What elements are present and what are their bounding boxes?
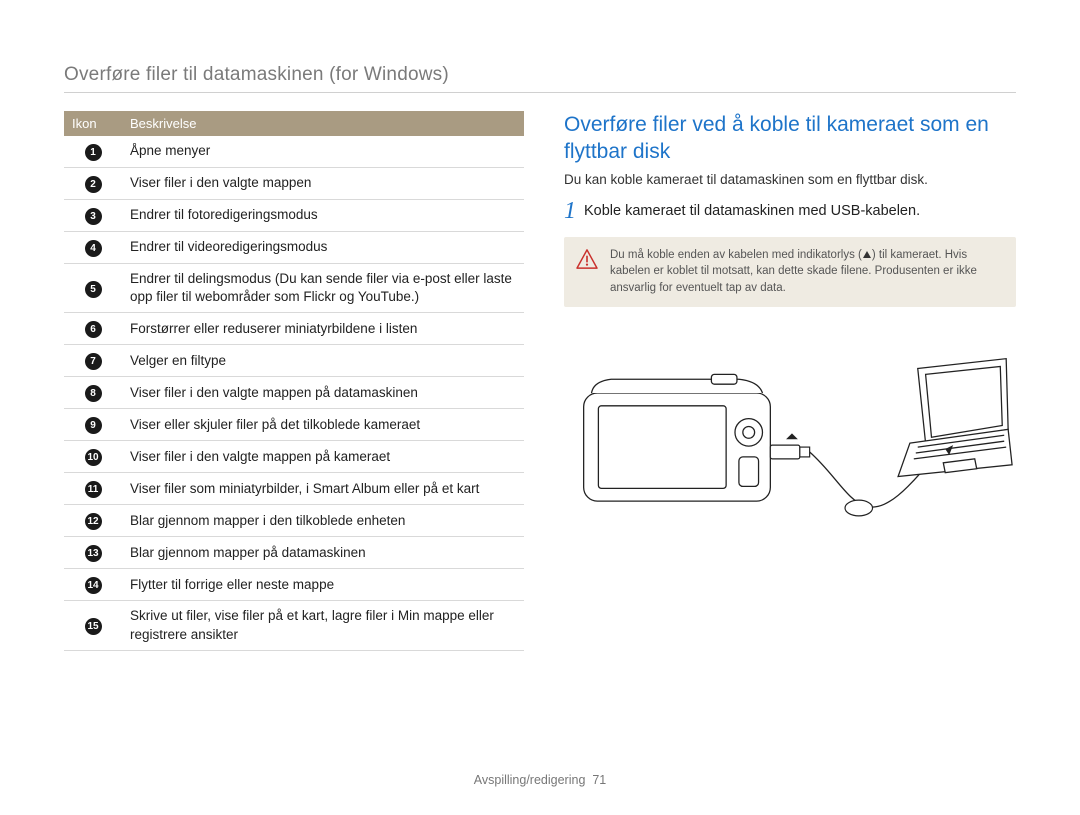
row-number-icon: 13 [85,545,102,562]
row-number-icon: 9 [85,417,102,434]
section-heading: Overføre filer ved å koble til kameraet … [564,111,1016,166]
table-row: 1 Åpne menyer [64,136,524,168]
row-number-icon: 12 [85,513,102,530]
row-desc: Endrer til delingsmodus (Du kan sende fi… [122,264,524,313]
page-root: Overføre filer til datamaskinen (for Win… [0,0,1080,815]
table-row: 8 Viser filer i den valgte mappen på data… [64,377,524,409]
warning-icon [576,249,598,269]
row-number-icon: 8 [85,385,102,402]
step-number: 1 [564,199,576,223]
table-row: 12 Blar gjennom mapper i den tilkoblede e… [64,505,524,537]
table-row: 6 Forstørrer eller reduserer miniatyrbild… [64,313,524,345]
row-number-icon: 7 [85,353,102,370]
row-desc: Flytter til forrige eller neste mappe [122,569,524,601]
row-number-icon: 3 [85,208,102,225]
step-1: 1 Koble kameraet til datamaskinen med US… [564,201,1016,223]
table-header-icon: Ikon [64,111,122,136]
row-desc: Viser filer som miniatyrbilder, i Smart … [122,473,524,505]
warning-text-pre: Du må koble enden av kabelen med indikat… [610,249,862,261]
row-desc: Velger en filtype [122,345,524,377]
content-columns: Ikon Beskrivelse 1 Åpne menyer 2 Viser fil… [64,111,1016,651]
row-number-icon: 1 [85,144,102,161]
page-title: Overføre filer til datamaskinen (for Win… [64,64,1016,93]
row-number-icon: 6 [85,321,102,338]
row-desc: Endrer til videoredigeringsmodus [122,232,524,264]
row-desc: Viser filer i den valgte mappen [122,168,524,200]
table-row: 9 Viser eller skjuler filer på det tilkob… [64,409,524,441]
row-number-icon: 4 [85,240,102,257]
right-column: Overføre filer ved å koble til kameraet … [564,111,1016,651]
row-desc: Forstørrer eller reduserer miniatyrbilde… [122,313,524,345]
row-desc: Endrer til fotoredigeringsmodus [122,200,524,232]
row-desc: Blar gjennom mapper på datamaskinen [122,537,524,569]
row-desc: Åpne menyer [122,136,524,168]
row-desc: Viser filer i den valgte mappen på datam… [122,377,524,409]
left-column: Ikon Beskrivelse 1 Åpne menyer 2 Viser fil… [64,111,524,651]
row-number-icon: 5 [85,281,102,298]
row-number-icon: 2 [85,176,102,193]
row-desc: Viser filer i den valgte mappen på kamer… [122,441,524,473]
table-row: 15 Skrive ut filer, vise filer på et kart… [64,601,524,650]
table-row: 13 Blar gjennom mapper på datamaskinen [64,537,524,569]
table-row: 3 Endrer til fotoredigeringsmodus [64,200,524,232]
step-text: Koble kameraet til datamaskinen med USB-… [584,201,920,219]
page-footer: Avspilling/redigering 71 [0,773,1080,787]
footer-page-number: 71 [592,773,606,787]
row-number-icon: 10 [85,449,102,466]
table-row: 10 Viser filer i den valgte mappen på kam… [64,441,524,473]
indicator-triangle-icon [863,251,871,258]
table-row: 14 Flytter til forrige eller neste mappe [64,569,524,601]
warning-box: Du må koble enden av kabelen med indikat… [564,237,1016,307]
footer-section: Avspilling/redigering [474,773,586,787]
icon-description-table: Ikon Beskrivelse 1 Åpne menyer 2 Viser fil… [64,111,524,651]
table-header-desc: Beskrivelse [122,111,524,136]
row-desc: Blar gjennom mapper i den tilkoblede enh… [122,505,524,537]
row-number-icon: 11 [85,481,102,498]
table-row: 7 Velger en filtype [64,345,524,377]
table-row: 4 Endrer til videoredigeringsmodus [64,232,524,264]
row-number-icon: 14 [85,577,102,594]
row-desc: Skrive ut filer, vise filer på et kart, … [122,601,524,650]
table-row: 2 Viser filer i den valgte mappen [64,168,524,200]
camera-laptop-illustration [564,337,1016,567]
table-row: 5 Endrer til delingsmodus (Du kan sende f… [64,264,524,313]
warning-text: Du må koble enden av kabelen med indikat… [610,247,1002,297]
table-row: 11 Viser filer som miniatyrbilder, i Smar… [64,473,524,505]
row-number-icon: 15 [85,618,102,635]
section-subtext: Du kan koble kameraet til datamaskinen s… [564,172,1016,187]
row-desc: Viser eller skjuler filer på det tilkobl… [122,409,524,441]
